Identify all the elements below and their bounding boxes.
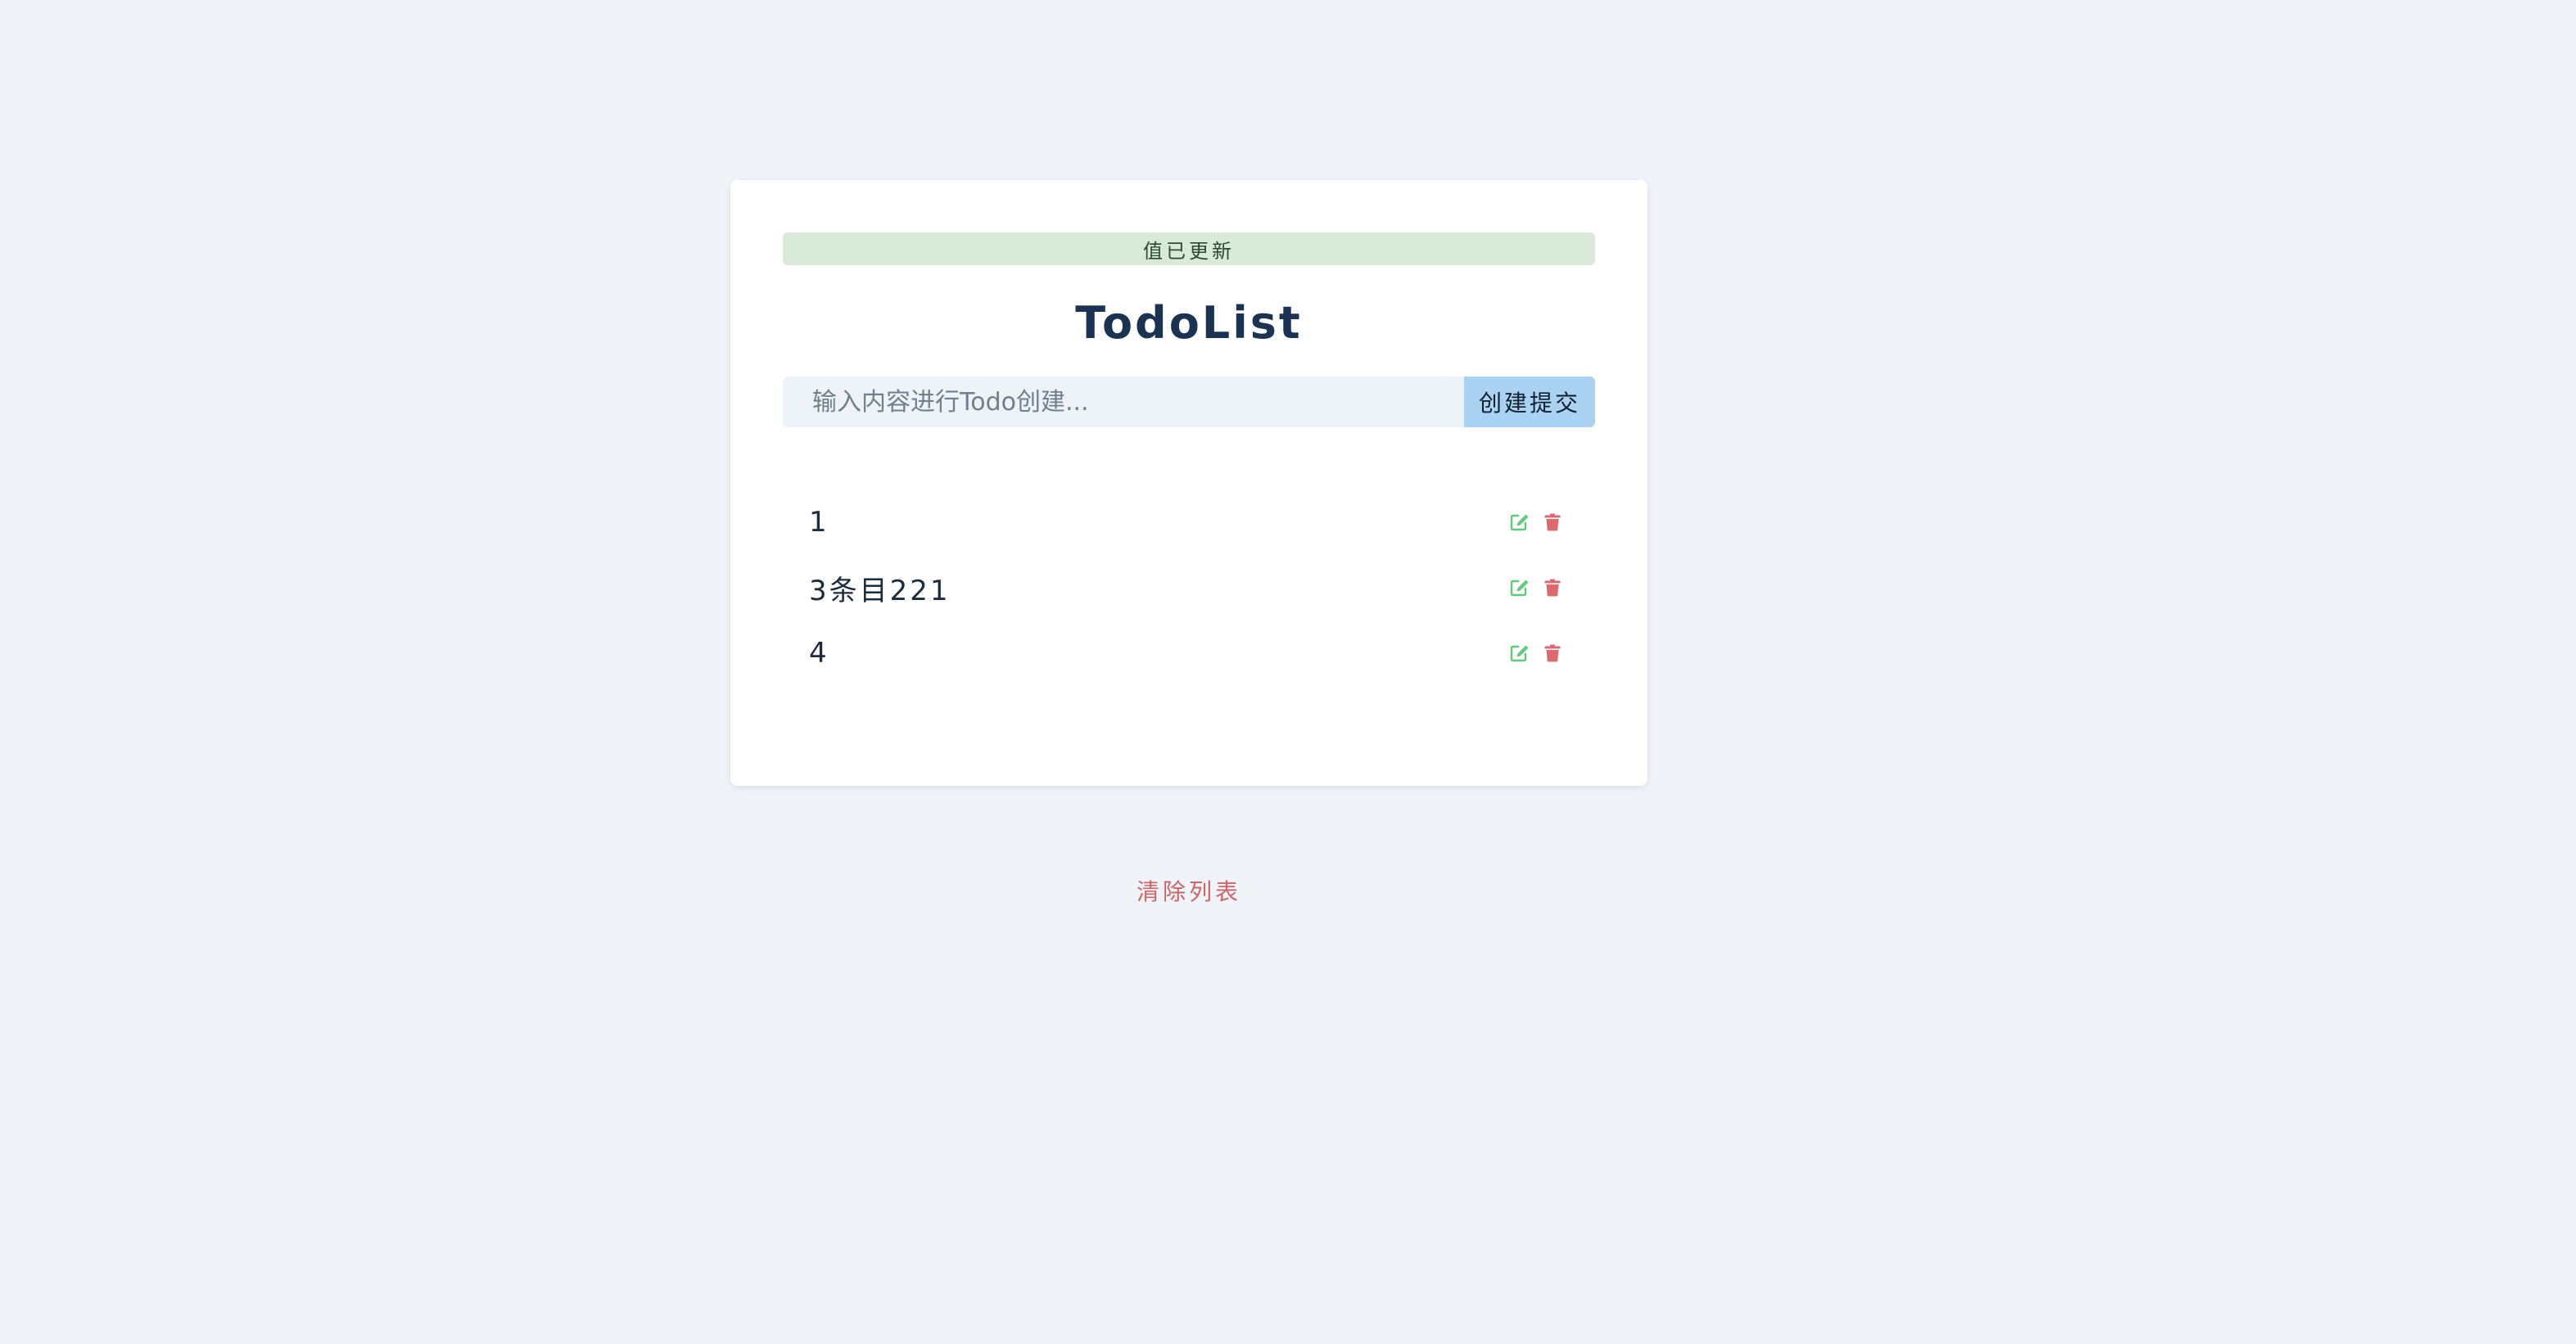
todo-item-text: 3条目221 [809, 574, 951, 607]
todo-form: 创建提交 [783, 377, 1595, 427]
todo-item: 4 [783, 620, 1595, 686]
edit-icon[interactable] [1510, 578, 1530, 598]
todo-card: 值已更新 TodoList 创建提交 1 [730, 180, 1647, 905]
trash-icon[interactable] [1543, 578, 1562, 598]
edit-icon[interactable] [1510, 512, 1530, 532]
todo-item-actions [1510, 512, 1562, 532]
todo-item-text: 1 [809, 506, 829, 539]
trash-icon[interactable] [1543, 512, 1562, 532]
todo-list: 1 3条目221 4 [783, 489, 1595, 686]
todo-item-actions [1510, 578, 1562, 598]
todo-item: 1 [783, 489, 1595, 555]
todo-item-text: 4 [809, 637, 829, 670]
edit-icon[interactable] [1510, 643, 1530, 663]
trash-icon[interactable] [1543, 643, 1562, 663]
status-alert-text: 值已更新 [1143, 239, 1235, 263]
todo-item-actions [1510, 643, 1562, 663]
status-alert: 值已更新 [783, 232, 1595, 265]
todo-input[interactable] [783, 377, 1464, 427]
submit-button[interactable]: 创建提交 [1464, 377, 1595, 427]
todo-item: 3条目221 [783, 555, 1595, 620]
page-title: TodoList [1075, 297, 1303, 349]
clear-list-label: 清除列表 [1136, 878, 1241, 905]
clear-list-button[interactable]: 清除列表 [783, 874, 1595, 907]
